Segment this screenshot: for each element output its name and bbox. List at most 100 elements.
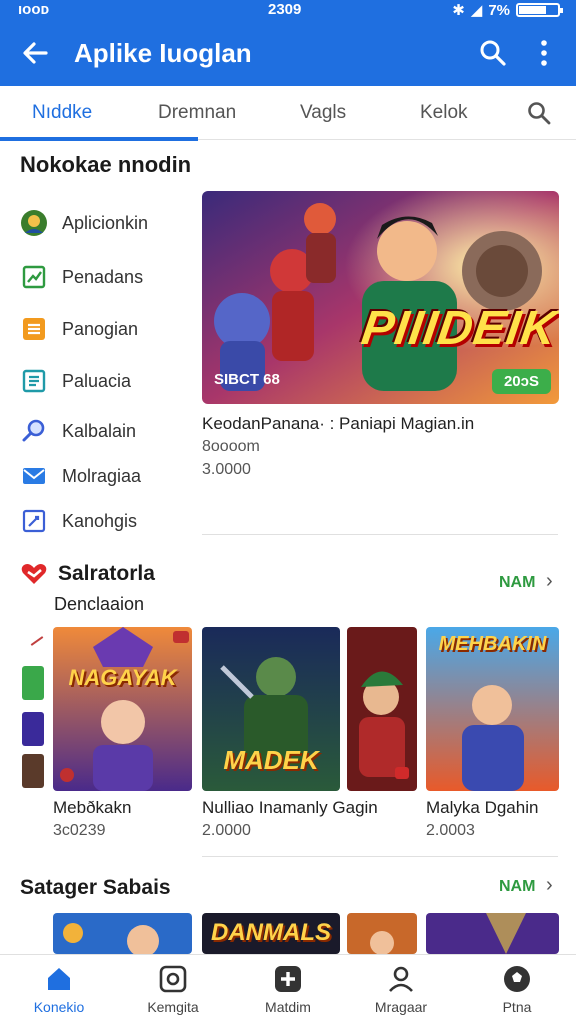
- sidebar-heading: Nokokae nnodin: [20, 152, 192, 177]
- active-tab-indicator: [0, 137, 198, 141]
- decor-stroke: [30, 636, 44, 646]
- tab-3[interactable]: Kelok: [420, 102, 468, 124]
- game-card-thumb[interactable]: [426, 913, 559, 954]
- section-title: Satager Sabais: [20, 876, 171, 899]
- tab-2[interactable]: Vagls: [300, 102, 346, 124]
- game-card-thumb[interactable]: DANMALS: [202, 913, 340, 954]
- back-arrow-icon[interactable]: [18, 36, 52, 70]
- game-size: 2.0000: [202, 822, 251, 839]
- see-more-link[interactable]: NAM: [499, 574, 535, 592]
- chevron-right-icon[interactable]: ›: [546, 570, 553, 593]
- see-more-link[interactable]: NAM: [499, 878, 535, 896]
- bluetooth-icon: ✱: [452, 2, 465, 19]
- divider: [202, 856, 558, 857]
- featured-badge: 20ɔS: [491, 369, 551, 394]
- game-art: [347, 627, 417, 791]
- battery-icon: [516, 3, 563, 17]
- game-size: 3c0239: [53, 822, 106, 839]
- nav-item-add[interactable]: Matdim: [233, 955, 343, 1024]
- nav-label: Matdim: [265, 999, 311, 1015]
- nav-label: Konekio: [33, 999, 85, 1015]
- game-card-thumb[interactable]: MADEK: [202, 627, 340, 791]
- status-icons: ✱ ◢ 7%: [452, 1, 563, 19]
- sidebar-item-2[interactable]: Panogian: [20, 311, 200, 347]
- app-title: Aplike Iuoglan: [74, 38, 252, 68]
- home-icon: [48, 968, 70, 990]
- status-bar: ıooᴅ 2309 ✱ ◢ 7%: [0, 0, 576, 22]
- side-thumb[interactable]: [22, 754, 44, 788]
- game-card-thumb[interactable]: [347, 913, 417, 954]
- side-thumb[interactable]: [22, 712, 44, 746]
- featured-logo: PIIIDEIK: [358, 302, 559, 355]
- nav-item-profile[interactable]: Mragaar: [346, 955, 456, 1024]
- chevron-right-icon[interactable]: ›: [546, 874, 553, 897]
- featured-banner[interactable]: PIIIDEIK SIBCT 68 20ɔS: [202, 191, 559, 404]
- soccer-icon: [504, 966, 530, 992]
- status-time: 2309: [268, 1, 302, 18]
- game-card-thumb[interactable]: NAGAYAK: [53, 627, 192, 791]
- avatar-icon: [20, 209, 48, 237]
- nav-label: Mragaar: [374, 999, 428, 1015]
- battery-fill: [519, 6, 546, 14]
- section-subtitle: Denclaaion: [54, 594, 145, 614]
- camera-icon: [159, 965, 187, 993]
- sidebar-item-label: Panogian: [62, 318, 139, 339]
- game-card-thumb[interactable]: [347, 627, 417, 791]
- search-icon: [20, 417, 48, 445]
- sidebar-item-3[interactable]: Paluacia: [20, 363, 200, 399]
- tab-search-icon[interactable]: [526, 100, 552, 126]
- sidebar-item-label: Aplicionkin: [62, 212, 149, 233]
- edit-icon: [20, 507, 48, 535]
- game-title[interactable]: Mebðkakn: [53, 798, 131, 818]
- game-size: 2.0003: [426, 822, 475, 839]
- nav-item-camera[interactable]: Kemgita: [118, 955, 228, 1024]
- search-icon[interactable]: [478, 38, 508, 68]
- nav-label: Kemgita: [147, 999, 199, 1015]
- tab-1[interactable]: Dremnan: [158, 102, 236, 124]
- more-vert-icon[interactable]: [530, 38, 558, 68]
- game-card-thumb[interactable]: MEHBAKIN: [426, 627, 559, 791]
- mail-icon: [20, 462, 48, 490]
- chart-icon: [20, 263, 48, 291]
- signal-icon: ◢: [470, 2, 483, 19]
- game-logo: MADEK: [223, 745, 319, 775]
- person-icon: [389, 966, 413, 992]
- tab-0[interactable]: Nıddke: [32, 102, 92, 124]
- plus-icon: [275, 966, 301, 992]
- tab-bar: Nıddke Dremnan Vagls Kelok: [0, 86, 576, 140]
- game-art: [426, 913, 559, 954]
- featured-tag: SIBCT 68: [214, 371, 280, 388]
- game-logo: NAGAYAK: [68, 665, 177, 690]
- list-icon: [20, 315, 48, 343]
- app-bar: ıooᴅ 2309 ✱ ◢ 7% Aplike Iuoglan: [0, 0, 576, 86]
- sidebar-item-5[interactable]: Molragiaa: [20, 458, 200, 494]
- bottom-nav: Konekio Kemgita Matdim Mragaar Ptna: [0, 954, 576, 1024]
- nav-item-sports[interactable]: Ptna: [462, 955, 572, 1024]
- sidebar-item-0[interactable]: Aplicionkin: [20, 205, 200, 241]
- game-card-thumb[interactable]: [53, 913, 192, 954]
- game-title[interactable]: Nulliao Inamanly Gagin: [202, 798, 378, 818]
- featured-title[interactable]: KeodanPanana· : Paniapi Magian.in: [202, 414, 474, 434]
- sidebar-item-4[interactable]: Kalbalain: [20, 413, 200, 449]
- sidebar-item-label: Molragiaa: [62, 465, 142, 486]
- game-art: [53, 627, 192, 791]
- sidebar-item-label: Kalbalain: [62, 420, 137, 441]
- game-title[interactable]: Malyka Dgahin: [426, 798, 538, 818]
- nav-label: Ptna: [502, 999, 532, 1015]
- sidebar-item-6[interactable]: Kanohgis: [20, 503, 200, 539]
- section-title: Salratorla: [58, 562, 155, 585]
- side-thumb[interactable]: [22, 666, 44, 700]
- game-art: [347, 913, 417, 954]
- featured-subtitle: 8oooom: [202, 438, 260, 455]
- sidebar-item-1[interactable]: Penadans: [20, 259, 200, 295]
- game-art: [53, 913, 192, 954]
- divider: [202, 534, 558, 535]
- sidebar-item-label: Paluacia: [62, 370, 132, 391]
- heart-icon: [21, 564, 47, 584]
- battery-percent: 7%: [488, 1, 510, 19]
- sidebar-item-label: Penadans: [62, 266, 144, 287]
- game-logo: MEHBAKIN: [438, 633, 547, 655]
- featured-size: 3.0000: [202, 461, 251, 478]
- sidebar-item-label: Kanohgis: [62, 510, 138, 531]
- nav-item-home[interactable]: Konekio: [4, 955, 114, 1024]
